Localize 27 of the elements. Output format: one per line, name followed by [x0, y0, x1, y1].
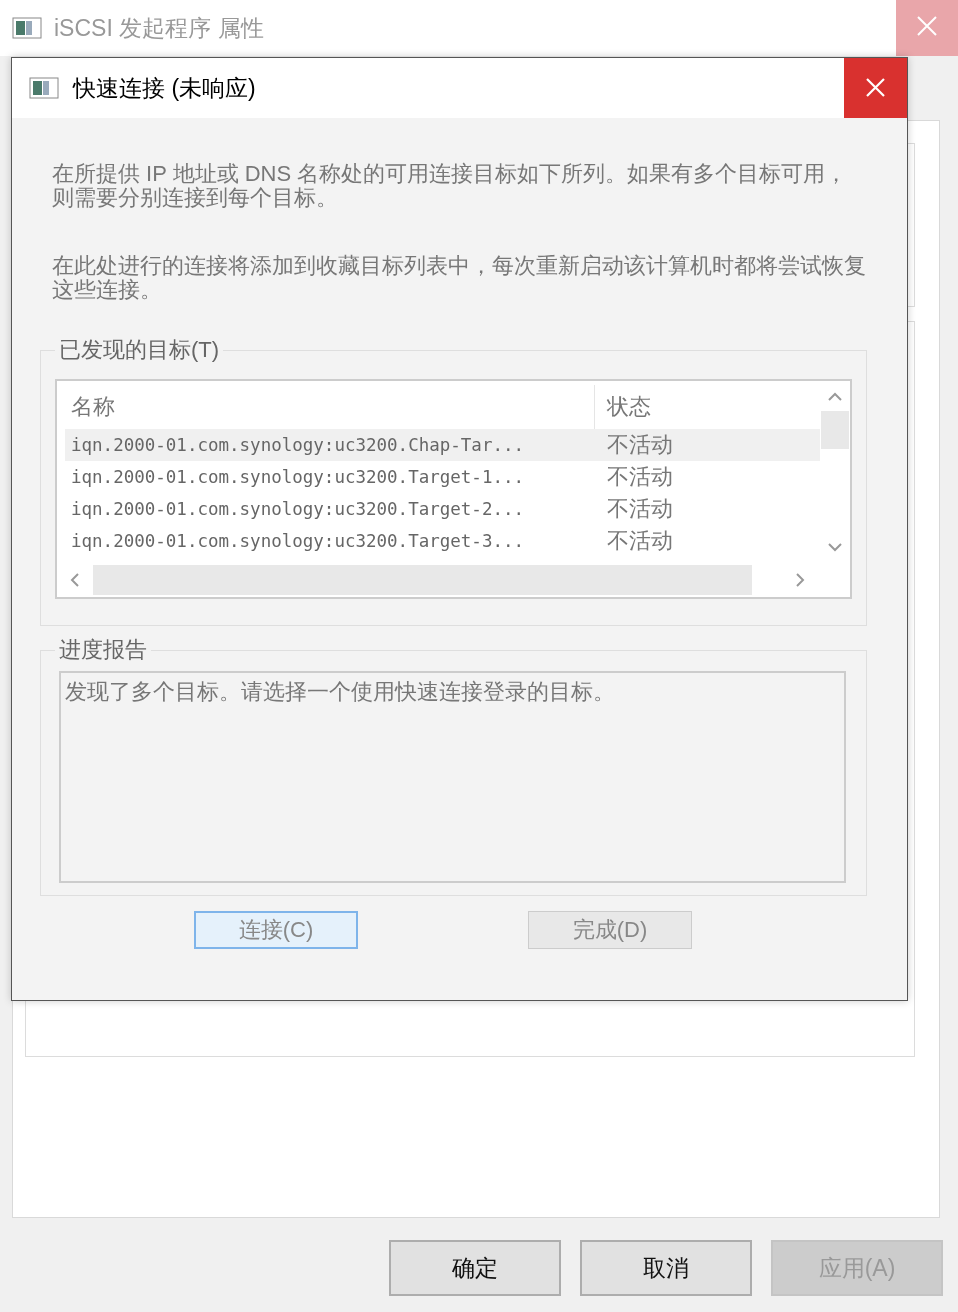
target-name: iqn.2000-01.com.synology:uc3200.Target-2... [70, 499, 526, 519]
progress-report-field[interactable]: 发现了多个目标。请选择一个使用快速连接登录的目标。 [59, 671, 846, 883]
description-text: 在此处进行的连接将添加到收藏目标列表中，每次重新启动该计算机时都将尝试恢复这些连接。 [52, 254, 867, 302]
target-name: iqn.2000-01.com.synology:uc3200.Target-3... [70, 531, 526, 551]
dialog-button[interactable]: 取消 [580, 1240, 752, 1296]
window-icon [29, 77, 59, 99]
target-row[interactable]: iqn.2000-01.com.synology:uc3200.Chap-Tar... 不活动 [65, 429, 820, 461]
window-title: iSCSI 发起程序 属性 [54, 13, 264, 43]
target-name: iqn.2000-01.com.synology:uc3200.Chap-Tar... [70, 435, 526, 455]
dialog-button[interactable]: 完成(D) [528, 911, 692, 949]
dialog-button[interactable]: 确定 [389, 1240, 561, 1296]
description-text: 在所提供 IP 地址或 DNS 名称处的可用连接目标如下所列。如果有多个目标可用，则需要分别连接到每个目标。 [52, 162, 849, 210]
target-row[interactable]: iqn.2000-01.com.synology:uc3200.Target-2... 不活动 [65, 493, 820, 525]
target-status: 不活动 [606, 463, 673, 491]
target-status: 不活动 [606, 431, 673, 459]
target-status: 不活动 [606, 495, 673, 523]
window-icon [12, 17, 42, 39]
dialog-button[interactable]: 连接(C) [194, 911, 358, 949]
scrollbar-thumb[interactable] [821, 411, 849, 449]
close-icon[interactable] [844, 58, 907, 118]
target-row[interactable]: iqn.2000-01.com.synology:uc3200.Target-3... 不活动 [65, 525, 820, 557]
target-name: iqn.2000-01.com.synology:uc3200.Target-1... [70, 467, 526, 487]
column-header[interactable]: 状态 [595, 392, 651, 422]
close-icon[interactable] [896, 0, 958, 56]
dialog-title: 快速连接 (未响应) [73, 73, 256, 103]
target-row[interactable]: iqn.2000-01.com.synology:uc3200.Target-1... 不活动 [65, 461, 820, 493]
target-status: 不活动 [606, 527, 673, 555]
